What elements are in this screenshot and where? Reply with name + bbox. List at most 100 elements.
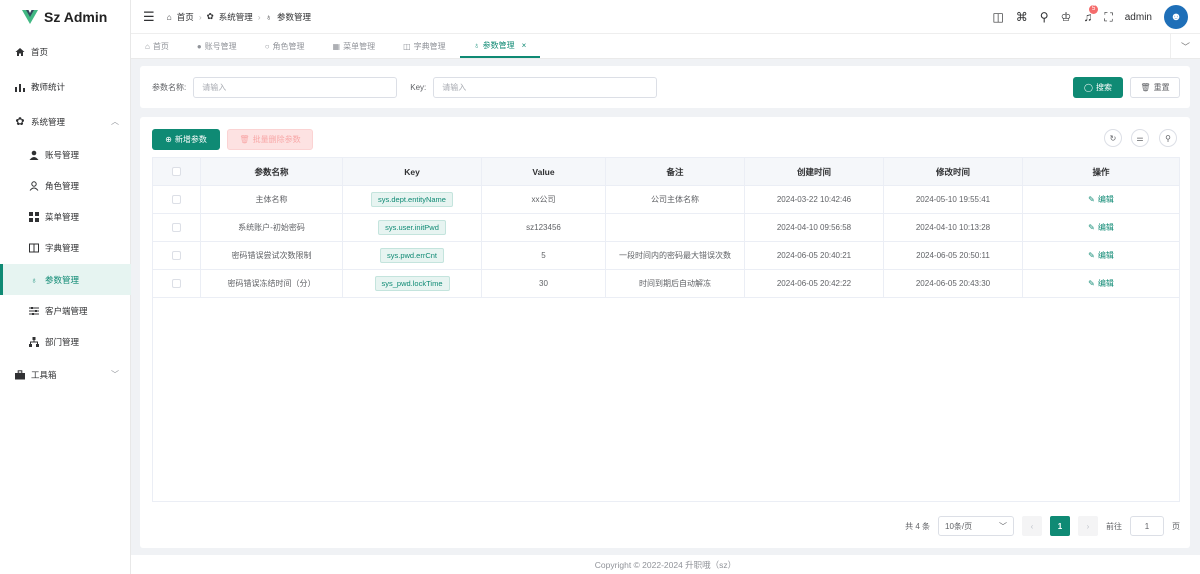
cell-key: sys.user.initPwd <box>343 214 482 241</box>
edit-icon: ✎ <box>1088 251 1095 260</box>
batch-delete-button[interactable]: 🗑 批量删除参数 <box>227 129 313 150</box>
sidebar-item-roles[interactable]: 角色管理 <box>0 170 131 201</box>
cell-modified: 2024-06-05 20:50:11 <box>884 242 1023 269</box>
tab-label: 字典管理 <box>413 41 446 51</box>
cell-name: 密码错误冻结时间（分） <box>201 270 343 297</box>
cell-remark <box>606 214 745 241</box>
select-value: 10条/页 <box>945 521 973 531</box>
param-icon: ♁ <box>30 274 38 285</box>
sidebar-item-dicts[interactable]: 字典管理 <box>0 232 131 263</box>
sidebar-item-departments[interactable]: 部门管理 <box>0 326 131 357</box>
breadcrumb-separator: › <box>257 11 261 22</box>
select-all-checkbox[interactable] <box>153 158 201 185</box>
breadcrumb-item[interactable]: 首页 <box>177 11 194 23</box>
search-icon: ◯ <box>1084 82 1093 92</box>
user-icon <box>28 150 40 160</box>
button-label: 搜索 <box>1095 82 1112 92</box>
tab-menus[interactable]: ▦ 菜单管理 <box>319 34 390 58</box>
key-tag: sys.dept.entityName <box>371 192 453 207</box>
param-name-input[interactable]: 请输入 <box>193 76 398 98</box>
logo[interactable]: Sz Admin <box>0 0 130 34</box>
cell-key: sys.dept.entityName <box>343 186 482 213</box>
search-button[interactable]: ◯ 搜索 <box>1073 76 1123 98</box>
cell-modified: 2024-05-10 19:55:41 <box>884 186 1023 213</box>
toolbox-icon <box>14 369 26 380</box>
gear-icon: ✿ <box>206 11 214 21</box>
reset-button[interactable]: 🗑 重置 <box>1130 76 1180 98</box>
edit-button[interactable]: ✎ 编辑 <box>1088 222 1114 233</box>
bell-icon[interactable]: ♫ 5 <box>1083 5 1099 24</box>
avatar[interactable]: ☻ <box>1164 5 1188 29</box>
org-icon <box>28 336 40 347</box>
layout-icon[interactable]: ◫ <box>992 10 1003 24</box>
tab-label: 菜单管理 <box>343 41 376 51</box>
goto-page-input[interactable]: 1 <box>1130 516 1164 536</box>
home-icon: ⌂ <box>145 41 150 51</box>
app-title: Sz Admin <box>44 9 108 25</box>
tabs-more-dropdown[interactable]: ﹀ <box>1170 34 1200 58</box>
prev-page-button[interactable]: ‹ <box>1022 516 1042 536</box>
cell-remark: 公司主体名称 <box>606 186 745 213</box>
search-toggle-icon[interactable]: ⚲ <box>1159 129 1177 147</box>
key-input[interactable]: 请输入 <box>433 76 658 98</box>
cell-created: 2024-03-22 10:42:46 <box>745 186 884 213</box>
tab-roles[interactable]: ○ 角色管理 <box>251 34 319 58</box>
columns-setting-icon[interactable]: ⚌ <box>1131 129 1149 147</box>
edit-icon: ✎ <box>1088 223 1095 232</box>
cell-value: 5 <box>482 242 606 269</box>
chevron-up-icon: ︿ <box>111 117 119 126</box>
edit-button[interactable]: ✎ 编辑 <box>1088 194 1114 205</box>
tab-accounts[interactable]: ● 账号管理 <box>183 34 251 58</box>
refresh-icon[interactable]: ↻ <box>1104 129 1122 147</box>
breadcrumb-item[interactable]: 系统管理 <box>219 11 253 23</box>
row-checkbox[interactable] <box>153 270 201 297</box>
user-outline-icon: ○ <box>264 41 270 51</box>
key-label: Key: <box>410 82 427 92</box>
tab-dicts[interactable]: ◫ 字典管理 <box>389 34 460 58</box>
sidebar-item-menus[interactable]: 菜单管理 <box>0 201 131 232</box>
edit-button[interactable]: ✎ 编辑 <box>1088 278 1114 289</box>
cell-value: 30 <box>482 270 606 297</box>
theme-icon[interactable]: ♔ <box>1061 10 1072 24</box>
search-icon[interactable]: ⚲ <box>1040 10 1049 24</box>
cell-value: xx公司 <box>482 186 606 213</box>
table-row: 密码错误冻结时间（分） sys_pwd.lockTime 30 时间到期后自动解… <box>153 270 1179 298</box>
edit-button[interactable]: ✎ 编辑 <box>1088 250 1114 261</box>
sidebar-item-teacher-stats[interactable]: 教师统计 <box>0 71 131 102</box>
cell-key: sys_pwd.lockTime <box>343 270 482 297</box>
close-icon[interactable]: × <box>522 41 527 50</box>
sidebar-item-params[interactable]: ♁ 参数管理 <box>0 264 131 295</box>
sidebar-item-home[interactable]: 首页 <box>0 36 131 67</box>
trash-icon: 🗑 <box>239 135 250 144</box>
cell-remark: 一段时间内的密码最大错误次数 <box>606 242 745 269</box>
grid-icon <box>28 211 40 222</box>
fullscreen-icon[interactable]: ⛶ <box>1104 10 1112 25</box>
username[interactable]: admin <box>1125 12 1152 23</box>
row-checkbox[interactable] <box>153 186 201 213</box>
page-size-select[interactable]: 10条/页 ﹀ <box>938 516 1014 536</box>
menu-toggle-icon[interactable]: ☰ <box>143 9 155 25</box>
sidebar-item-accounts[interactable]: 账号管理 <box>0 139 131 170</box>
breadcrumb-separator: › <box>198 11 202 22</box>
sidebar-item-clients[interactable]: 客户端管理 <box>0 295 131 326</box>
logo-icon <box>22 10 38 24</box>
sidebar-item-label: 客户端管理 <box>45 305 88 316</box>
tab-params[interactable]: ♁ 参数管理 × <box>459 34 541 58</box>
table-row: 系统账户-初始密码 sys.user.initPwd sz123456 2024… <box>153 214 1179 242</box>
row-checkbox[interactable] <box>153 242 201 269</box>
cell-value: sz123456 <box>482 214 606 241</box>
row-checkbox[interactable] <box>153 214 201 241</box>
add-param-button[interactable]: ⊕ 新增参数 <box>152 129 220 150</box>
tab-home[interactable]: ⌂ 首页 <box>131 34 183 58</box>
sidebar-item-toolbox[interactable]: 工具箱 ﹀ <box>0 359 131 390</box>
next-page-button[interactable]: › <box>1078 516 1098 536</box>
home-icon: ⌂ <box>166 11 172 22</box>
page-number-button[interactable]: 1 <box>1050 516 1070 536</box>
placeholder: 请输入 <box>442 82 467 92</box>
top-header: ☰ ⌂ 首页 › ✿ 系统管理 › ♁ 参数管理 ◫ ⌘ ⚲ ♔ ♫ 5 ⛶ ad… <box>131 0 1200 34</box>
translate-icon[interactable]: ⌘ <box>1016 10 1028 24</box>
sidebar-item-label: 角色管理 <box>45 180 80 191</box>
sidebar-item-system[interactable]: ✿ 系统管理 ︿ <box>0 106 131 137</box>
breadcrumb-item: 参数管理 <box>277 11 312 22</box>
button-label: 新增参数 <box>174 135 207 144</box>
